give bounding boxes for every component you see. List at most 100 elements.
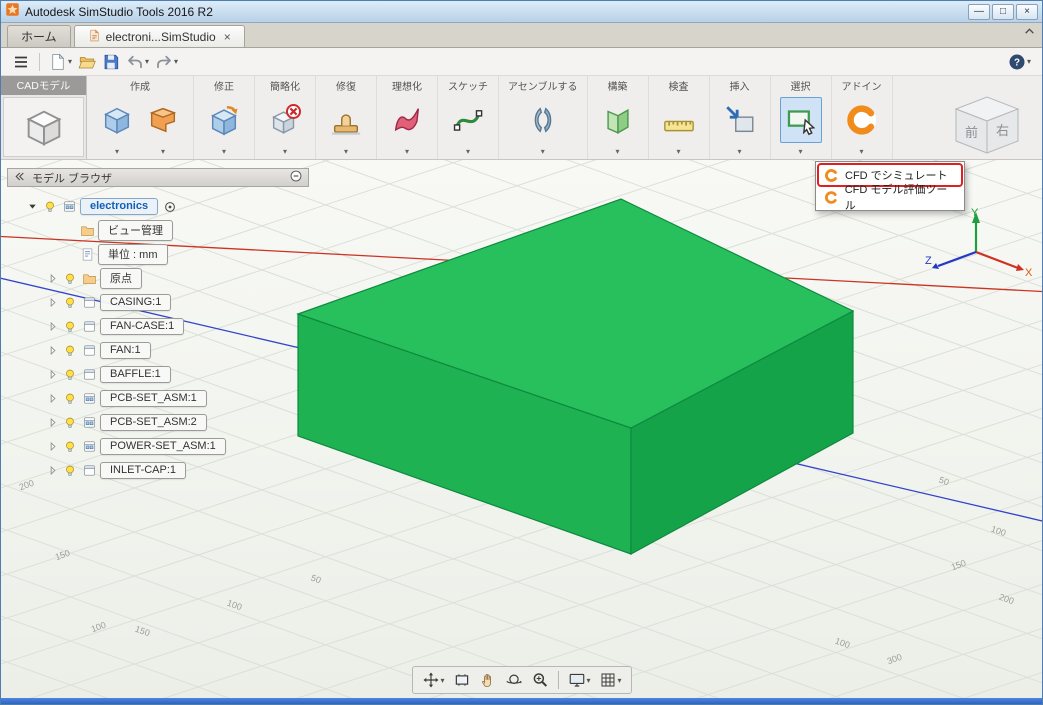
- nav-hand-button[interactable]: [475, 669, 499, 691]
- nav-zoom-button[interactable]: [527, 669, 551, 691]
- tree-row[interactable]: FAN-CASE:1: [45, 316, 309, 337]
- collapse-panel-icon[interactable]: [13, 170, 26, 186]
- tree-item-label[interactable]: PCB-SET_ASM:1: [100, 390, 207, 407]
- tree-row[interactable]: PCB-SET_ASM:1: [45, 388, 309, 409]
- expand-arrow-icon[interactable]: [45, 296, 60, 309]
- tree-item-label[interactable]: ビュー管理: [98, 220, 173, 241]
- maximize-button[interactable]: □: [992, 3, 1014, 20]
- menu-item[interactable]: CFD モデル評価ツール: [818, 184, 962, 212]
- tree-row[interactable]: PCB-SET_ASM:2: [45, 412, 309, 433]
- tree-row[interactable]: ビュー管理: [77, 220, 309, 241]
- cube-blue-button[interactable]: [96, 97, 138, 143]
- expand-arrow-icon[interactable]: [45, 272, 60, 285]
- assemble-button[interactable]: [522, 97, 564, 143]
- select-button[interactable]: [779, 97, 822, 143]
- new-doc-button[interactable]: ▾: [46, 50, 75, 74]
- visibility-bulb-icon[interactable]: [40, 200, 59, 214]
- construct-button[interactable]: [597, 97, 639, 143]
- viewcube-right-label[interactable]: 右: [996, 123, 1009, 138]
- tree-item-label[interactable]: INLET-CAP:1: [100, 462, 187, 479]
- ribbon-dropdown-caret-icon[interactable]: ▾: [142, 146, 184, 159]
- minimize-button[interactable]: —: [968, 3, 990, 20]
- expand-arrow-icon[interactable]: [45, 416, 60, 429]
- nav-pan-button[interactable]: ▾: [418, 669, 447, 691]
- corner-orange-button[interactable]: [142, 97, 184, 143]
- tree-item-label[interactable]: 単位 : mm: [98, 244, 168, 265]
- expand-arrow-icon[interactable]: [45, 464, 60, 477]
- tree-item-label[interactable]: POWER-SET_ASM:1: [100, 438, 226, 455]
- ribbon-dropdown-caret-icon[interactable]: ▾: [841, 146, 883, 159]
- viewcube-front-label[interactable]: 前: [965, 125, 978, 140]
- repair-button[interactable]: [325, 97, 367, 143]
- nav-grid-button[interactable]: ▾: [596, 669, 625, 691]
- tree-item-label[interactable]: FAN-CASE:1: [100, 318, 185, 335]
- cad-model-cube-icon[interactable]: [3, 97, 84, 157]
- expand-arrow-icon[interactable]: [45, 344, 60, 357]
- visibility-bulb-icon[interactable]: [60, 368, 79, 382]
- tree-row[interactable]: 単位 : mm: [77, 244, 309, 265]
- collapse-arrow-icon[interactable]: [25, 200, 40, 213]
- visibility-bulb-icon[interactable]: [60, 392, 79, 406]
- ribbon-dropdown-caret-icon[interactable]: ▾: [96, 146, 138, 159]
- tree-row[interactable]: CASING:1: [45, 292, 309, 313]
- ribbon-dropdown-caret-icon[interactable]: ▾: [719, 146, 761, 159]
- ribbon-dropdown-caret-icon[interactable]: ▾: [658, 146, 700, 159]
- tree-item-label[interactable]: PCB-SET_ASM:2: [100, 414, 207, 431]
- cfd-button[interactable]: [841, 97, 883, 143]
- tree-row[interactable]: INLET-CAP:1: [45, 460, 309, 481]
- ribbon-dropdown-caret-icon[interactable]: ▾: [325, 146, 367, 159]
- tree-item-label[interactable]: FAN:1: [100, 342, 151, 359]
- view-cube[interactable]: 前 右: [944, 87, 1032, 167]
- insert-button[interactable]: [719, 97, 761, 143]
- save-button[interactable]: [99, 50, 123, 74]
- ribbon-dropdown-caret-icon[interactable]: ▾: [264, 146, 306, 159]
- tree-row[interactable]: electronics: [25, 196, 309, 217]
- help-button[interactable]: ? ▾: [1005, 50, 1034, 74]
- ribbon-dropdown-caret-icon[interactable]: ▾: [386, 146, 428, 159]
- tab-home[interactable]: ホーム: [7, 25, 71, 47]
- modify-blue-button[interactable]: [203, 97, 245, 143]
- visibility-bulb-icon[interactable]: [60, 440, 79, 454]
- ribbon-dropdown-caret-icon[interactable]: ▾: [522, 146, 564, 159]
- nav-display-button[interactable]: ▾: [564, 669, 593, 691]
- visibility-bulb-icon[interactable]: [60, 416, 79, 430]
- nav-fit-button[interactable]: [449, 669, 473, 691]
- idealize-button[interactable]: [386, 97, 428, 143]
- expand-arrow-icon[interactable]: [45, 392, 60, 405]
- hamburger-button[interactable]: [9, 50, 33, 74]
- tree-row[interactable]: FAN:1: [45, 340, 309, 361]
- nav-orbit-button[interactable]: [501, 669, 525, 691]
- tree-item-label[interactable]: CASING:1: [100, 294, 172, 311]
- tab-document[interactable]: electroni...SimStudio ×: [73, 25, 245, 47]
- visibility-bulb-icon[interactable]: [60, 296, 79, 310]
- undo-button[interactable]: ▾: [123, 50, 152, 74]
- expand-arrow-icon[interactable]: [45, 320, 60, 333]
- cad-model-panel[interactable]: CADモデル: [1, 76, 87, 159]
- tree-item-label[interactable]: electronics: [80, 198, 159, 215]
- open-folder-button[interactable]: [75, 50, 99, 74]
- viewport-3d[interactable]: 200 150 100 150 100 50 50 100 150 200 300 100 モデル ブ…: [1, 160, 1042, 698]
- tree-row[interactable]: POWER-SET_ASM:1: [45, 436, 309, 457]
- tree-item-label[interactable]: 原点: [100, 268, 142, 289]
- tree-row[interactable]: BAFFLE:1: [45, 364, 309, 385]
- ribbon-dropdown-caret-icon[interactable]: ▾: [203, 146, 245, 159]
- ground-target-icon[interactable]: [163, 200, 177, 214]
- redo-button[interactable]: ▾: [152, 50, 181, 74]
- inspect-button[interactable]: [658, 97, 700, 143]
- visibility-bulb-icon[interactable]: [60, 272, 79, 286]
- tree-item-label[interactable]: BAFFLE:1: [100, 366, 171, 383]
- expand-arrow-icon[interactable]: [45, 440, 60, 453]
- expand-arrow-icon[interactable]: [45, 368, 60, 381]
- ribbon-dropdown-caret-icon[interactable]: ▾: [597, 146, 639, 159]
- simplify-button[interactable]: [264, 97, 306, 143]
- visibility-bulb-icon[interactable]: [60, 320, 79, 334]
- minus-circle-icon[interactable]: [289, 169, 303, 186]
- chevron-up-icon[interactable]: [1023, 25, 1036, 43]
- close-button[interactable]: ×: [1016, 3, 1038, 20]
- visibility-bulb-icon[interactable]: [60, 464, 79, 478]
- ribbon-dropdown-caret-icon[interactable]: ▾: [447, 146, 489, 159]
- ribbon-dropdown-caret-icon[interactable]: ▾: [780, 146, 822, 159]
- tab-close-icon[interactable]: ×: [224, 30, 231, 44]
- sketch-button[interactable]: [447, 97, 489, 143]
- visibility-bulb-icon[interactable]: [60, 344, 79, 358]
